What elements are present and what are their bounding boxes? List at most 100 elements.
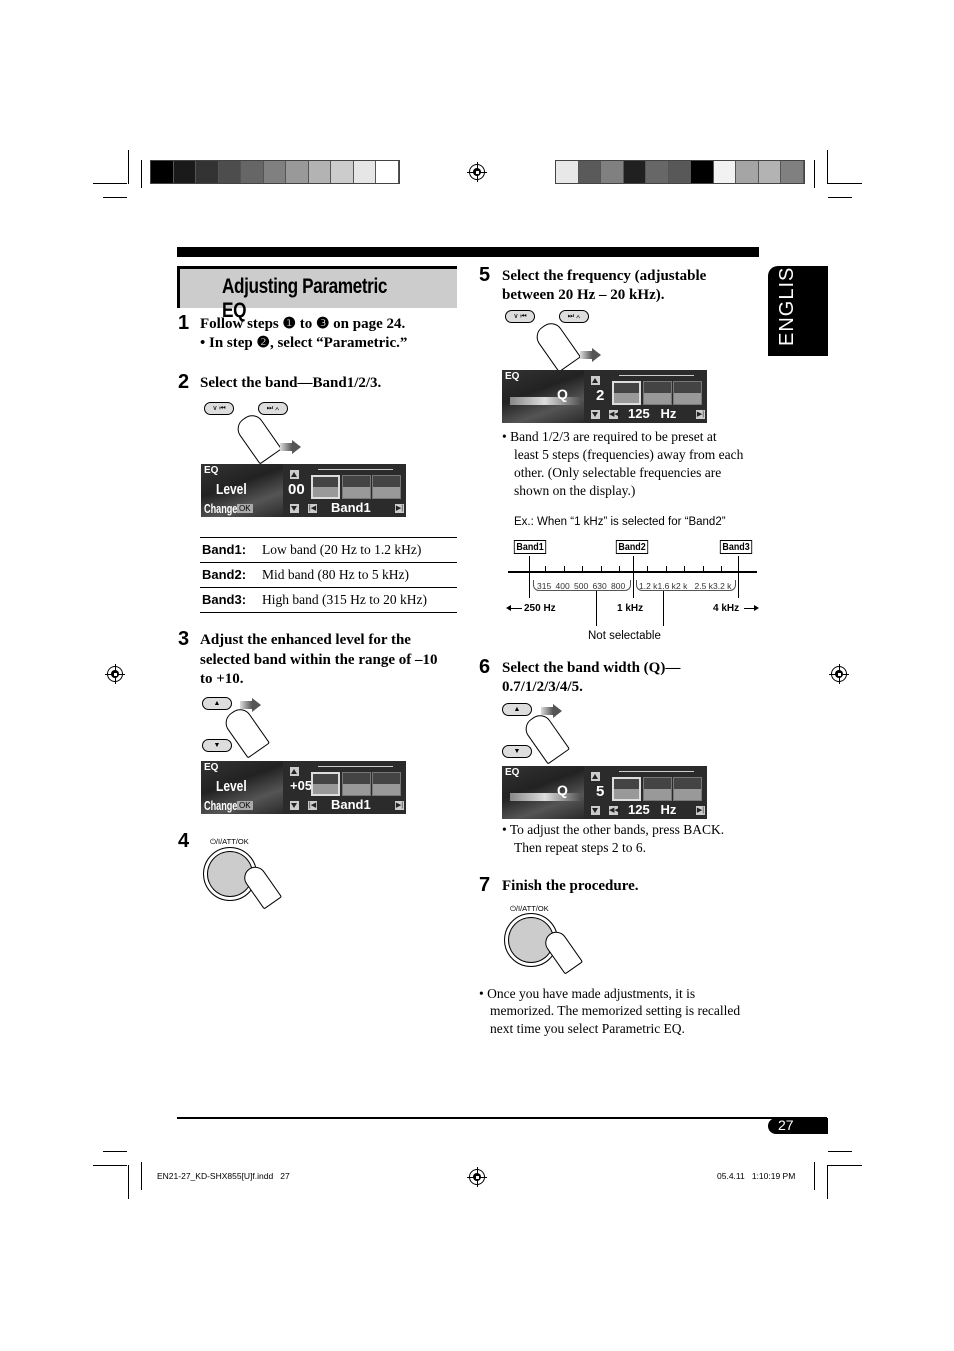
prev-down-button[interactable]: ∨ ⏮	[204, 402, 234, 415]
crop-mark	[827, 150, 828, 184]
axis-tick	[721, 566, 722, 572]
display-value: 5	[596, 783, 605, 800]
step-3-line: selected band within the range of –10	[200, 652, 438, 668]
band-name: Band2:	[202, 567, 247, 582]
note-line: least 5 steps (frequencies) away from ea…	[514, 447, 744, 462]
band-marker-line	[738, 556, 739, 598]
arrow-right-icon	[252, 698, 261, 712]
display-mode-label: Level	[216, 778, 247, 795]
bottom-rule	[177, 1117, 827, 1119]
not-selectable-pointer	[596, 591, 597, 626]
crop-mark	[128, 150, 129, 184]
display-right-panel: +05 |◀ Band1 ▶|	[283, 761, 406, 814]
eq-display: EQ Q 2 ◀◀ 125 Hz ▶|	[502, 370, 707, 423]
note-line: next time you select Parametric EQ.	[490, 1021, 685, 1036]
down-button[interactable]: ▼	[502, 745, 532, 758]
color-swatch	[758, 161, 781, 183]
band-graph-2	[643, 777, 672, 801]
freq-tick-label: 800	[611, 581, 626, 591]
display-eq-label: EQ	[204, 762, 219, 773]
display-q-label: Q	[557, 782, 568, 798]
skip-back-icon: |◀	[308, 801, 317, 810]
step-1-subtext: • In step ❷, select “Parametric.”	[200, 335, 408, 351]
freq-tick-label: 630	[592, 581, 607, 591]
freq-tick-label: 2 k	[676, 581, 688, 591]
step-5-line: Select the frequency (adjustable	[502, 268, 707, 284]
band-marker-line	[633, 556, 634, 598]
knob-label: ⏻/I/ATT/OK	[210, 837, 249, 846]
color-swatch	[578, 161, 601, 183]
color-swatch	[196, 161, 219, 183]
down-arrow-icon	[290, 504, 299, 513]
display-right-panel: 00 |◀ Band1 ▶|	[283, 464, 406, 517]
axis-tick	[619, 566, 620, 572]
arrow-right-icon	[280, 443, 292, 451]
eq-display: EQ Q 5 ◀◀ 125 Hz ▶|	[502, 766, 707, 819]
down-button[interactable]: ▼	[202, 739, 232, 752]
note-line: Then repeat steps 2 to 6.	[514, 840, 646, 855]
display-bottom-text: Band1	[331, 797, 371, 812]
prev-down-button[interactable]: ∨ ⏮	[505, 310, 535, 323]
axis-tick	[647, 566, 648, 572]
top-rule	[177, 247, 759, 257]
display-change-label: Change	[204, 798, 238, 813]
crop-mark	[128, 1165, 129, 1199]
display-value: +05	[290, 778, 313, 793]
display-bottom-text: Band1	[331, 500, 371, 515]
finger-icon	[531, 318, 582, 373]
display-right-panel: 2 ◀◀ 125 Hz ▶|	[584, 370, 707, 423]
freq-label-1khz: 1 kHz	[617, 603, 644, 614]
step-number: 2	[178, 371, 190, 393]
step-3-line: to +10.	[200, 671, 244, 687]
color-swatch	[691, 161, 714, 183]
band-graph-3	[372, 475, 401, 499]
band-name: Band3:	[202, 592, 247, 607]
band-graph-1	[612, 381, 641, 405]
next-up-button[interactable]: ⏭ ∧	[258, 402, 288, 415]
display-q-label: Q	[557, 386, 568, 402]
next-up-button[interactable]: ⏭ ∧	[559, 310, 589, 323]
arrow-right-icon	[553, 704, 562, 718]
q-bar	[510, 793, 580, 801]
language-tab: ENGLISH	[768, 251, 828, 356]
footer-timestamp: 05.4.11 1:10:19 PM	[717, 1171, 796, 1181]
band-graph-1	[311, 772, 340, 796]
color-swatch	[668, 161, 691, 183]
crop-mark	[828, 1151, 852, 1152]
q-bar	[510, 397, 580, 405]
crop-mark	[103, 1151, 127, 1152]
crop-mark	[93, 1165, 127, 1166]
skip-forward-icon: ▶|	[395, 504, 404, 513]
up-button[interactable]: ▲	[202, 697, 232, 710]
band-label: Band1	[513, 540, 547, 554]
freq-label-250hz: 250 Hz	[524, 603, 556, 614]
registration-mark-icon	[467, 162, 487, 182]
crop-mark	[828, 183, 862, 184]
not-selectable-pointer	[663, 591, 664, 626]
crop-mark	[141, 160, 142, 188]
band-graph-3	[673, 777, 702, 801]
color-swatch	[646, 161, 669, 183]
table-row: Band2: Mid band (80 Hz to 5 kHz)	[200, 563, 457, 588]
language-label: ENGLISH	[776, 251, 798, 346]
band-description: Low band (20 Hz to 1.2 kHz)	[262, 542, 422, 557]
skip-forward-icon: ▶|	[696, 410, 705, 419]
step-6-line: 0.7/1/2/3/4/5.	[502, 679, 583, 695]
registration-mark-icon	[829, 664, 849, 684]
crop-mark	[93, 183, 127, 184]
arrow-right-icon	[541, 707, 553, 715]
arrow-right-icon	[580, 351, 592, 359]
skip-forward-icon: ▶|	[696, 806, 705, 815]
step-5-line: between 20 Hz – 20 kHz).	[502, 287, 665, 303]
step-1-text: Follow steps ❶ to ❸ on page 24.	[200, 316, 406, 332]
down-arrow-icon	[591, 806, 600, 815]
down-arrow-icon	[591, 410, 600, 419]
color-swatch	[331, 161, 354, 183]
display-right-panel: 5 ◀◀ 125 Hz ▶|	[584, 766, 707, 819]
band-graph-2	[342, 772, 371, 796]
up-arrow-icon	[290, 470, 299, 479]
step-number: 5	[479, 264, 491, 286]
display-eq-label: EQ	[204, 465, 219, 476]
band-graph-2	[643, 381, 672, 405]
up-button[interactable]: ▲	[502, 703, 532, 716]
